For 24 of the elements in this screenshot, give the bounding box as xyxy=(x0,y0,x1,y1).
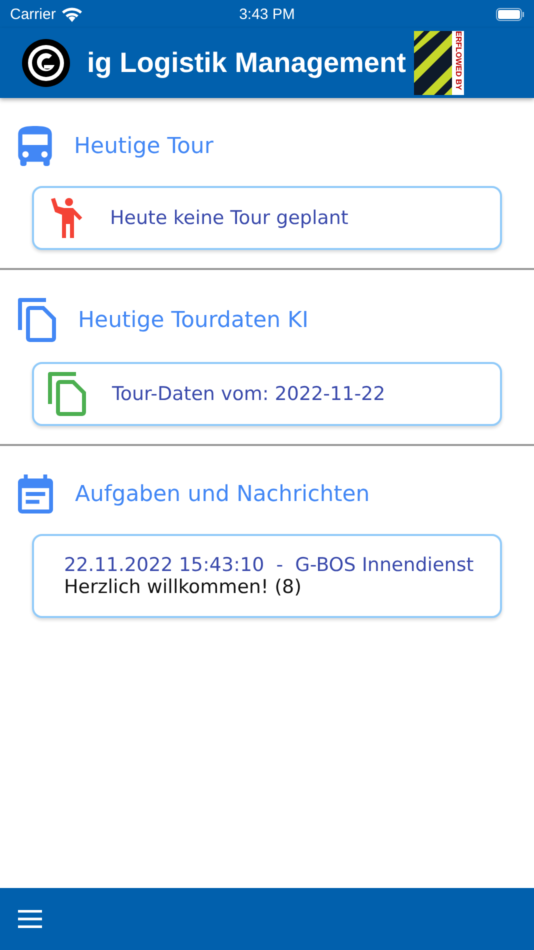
carrier-label: Carrier xyxy=(10,6,56,22)
battery-icon xyxy=(496,8,524,20)
app-title: ig Logistik Management xyxy=(87,47,406,79)
bus-icon xyxy=(18,126,52,166)
info-card[interactable]: Heute keine Tour geplant xyxy=(32,186,502,250)
menu-button[interactable] xyxy=(18,910,42,928)
wifi-icon xyxy=(62,6,82,22)
clock-time: 3:43 PM xyxy=(239,6,295,22)
overflow-warning-text: ERFLOWED BY xyxy=(452,31,464,95)
message-text: Herzlich willkommen! (8) xyxy=(64,576,302,598)
overflow-stripes-drawing xyxy=(414,31,452,95)
person-waving-icon xyxy=(48,196,84,240)
documents-icon xyxy=(18,298,56,342)
menu-icon xyxy=(18,910,42,928)
logo-icon xyxy=(21,38,71,88)
message-card[interactable]: 22.11.2022 15:43:10 - G-BOS Innendienst Herzlich willkommen! (8) xyxy=(32,534,502,618)
section-title: Aufgaben und Nachrichten xyxy=(75,482,370,506)
info-card[interactable]: Tour-Daten vom: 2022-11-22 xyxy=(32,362,502,426)
documents-icon xyxy=(48,372,86,416)
section-title: Heutige Tourdaten KI xyxy=(78,308,308,332)
calendar-icon xyxy=(18,474,53,514)
section-title: Heutige Tour xyxy=(74,134,214,158)
card-text: Tour-Daten vom: 2022-11-22 xyxy=(112,383,386,405)
card-text: Heute keine Tour geplant xyxy=(110,207,348,229)
